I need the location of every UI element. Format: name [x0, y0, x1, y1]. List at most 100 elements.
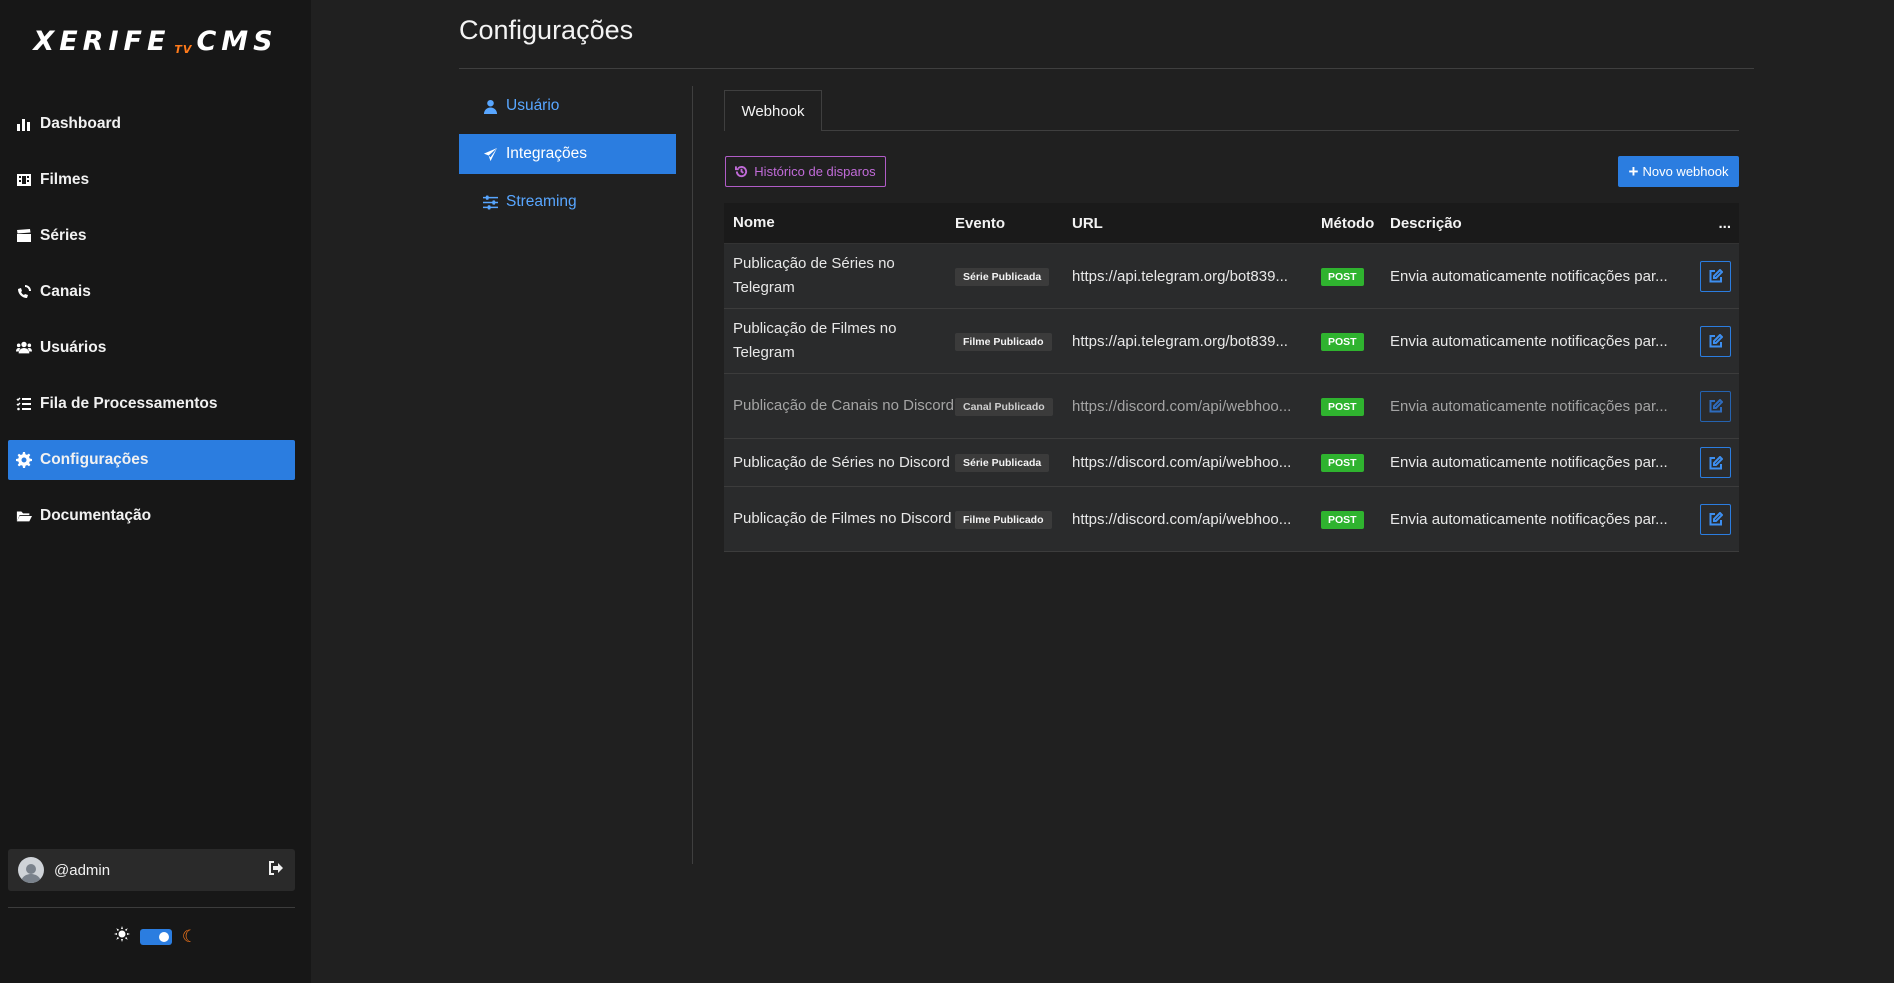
chart-bar-icon [16, 116, 40, 132]
cell-description: Envia automaticamente notificações par..… [1390, 397, 1668, 415]
settings-item-label: Streaming [506, 193, 577, 210]
sidebar-item-series[interactable]: Séries [8, 216, 295, 256]
method-badge: POST [1321, 397, 1364, 416]
users-icon [16, 340, 40, 356]
moon-icon: ☾ [181, 926, 198, 946]
edit-button[interactable] [1700, 447, 1731, 478]
user-profile[interactable]: @admin [8, 849, 295, 891]
history-button[interactable]: Histórico de disparos [725, 156, 886, 187]
sidebar-item-configuracoes[interactable]: Configurações [8, 440, 295, 480]
new-webhook-label: Novo webhook [1642, 164, 1729, 179]
header-description: Descrição [1390, 214, 1462, 232]
gear-icon [16, 452, 40, 468]
cell-description: Envia automaticamente notificações par..… [1390, 510, 1668, 528]
plus-icon: + [1628, 162, 1639, 181]
cell-description: Envia automaticamente notificações par..… [1390, 267, 1668, 285]
edit-button[interactable] [1700, 503, 1731, 535]
sidebar-item-label: Dashboard [40, 115, 121, 132]
sidebar: XERIFE TV CMS Dashboard Filmes Séries Cana… [0, 0, 311, 983]
table-row: Publicação de Séries no Telegram Série P… [724, 244, 1739, 309]
sliders-icon [483, 194, 498, 210]
folder-open-icon [16, 508, 40, 524]
sidebar-item-label: Canais [40, 283, 91, 300]
cell-url: https://api.telegram.org/bot839... [1072, 267, 1288, 285]
table-row: Publicação de Filmes no Discord Filme Pu… [724, 487, 1739, 552]
edit-icon [1709, 269, 1723, 283]
sidebar-item-fila-de-processamentos[interactable]: Fila de Processamentos [8, 384, 295, 424]
event-badge: Série Publicada [955, 267, 1050, 286]
edit-button[interactable] [1700, 260, 1731, 292]
settings-item-label: Usuário [506, 97, 560, 114]
sidebar-item-label: Filmes [40, 171, 90, 188]
header-event: Evento [955, 214, 1006, 232]
tabs-baseline [724, 130, 1739, 131]
logo-text-right: CMS [196, 26, 278, 57]
cell-url: https://discord.com/api/webhoo... [1072, 454, 1292, 471]
logout-icon[interactable] [267, 859, 285, 882]
theme-toggle[interactable] [139, 928, 172, 945]
sidebar-item-label: Fila de Processamentos [40, 395, 218, 412]
edit-button[interactable] [1700, 325, 1731, 357]
event-badge: Filme Publicado [955, 510, 1052, 529]
sidebar-item-filmes[interactable]: Filmes [8, 160, 295, 200]
edit-icon [1709, 512, 1723, 526]
sidebar-item-usuarios[interactable]: Usuários [8, 328, 295, 368]
sidebar-item-label: Documentação [40, 507, 152, 524]
edit-button[interactable] [1700, 390, 1731, 422]
cell-url: https://discord.com/api/webhoo... [1072, 397, 1292, 415]
sidebar-item-dashboard[interactable]: Dashboard [8, 104, 295, 144]
film-icon [16, 172, 40, 188]
method-badge: POST [1321, 267, 1364, 286]
user-icon [483, 99, 498, 114]
title-divider [459, 68, 1754, 69]
theme-switcher: ☾ [0, 926, 311, 947]
header-actions: ... [1718, 214, 1731, 232]
method-badge: POST [1321, 454, 1364, 472]
cell-name: Publicação de Filmes no Telegram [733, 320, 897, 361]
sidebar-item-documentacao[interactable]: Documentação [8, 496, 295, 536]
header-url: URL [1072, 214, 1103, 232]
cell-description: Envia automaticamente notificações par..… [1390, 332, 1668, 350]
user-name: @admin [54, 861, 111, 879]
sidebar-item-label: Usuários [40, 339, 107, 356]
event-badge: Canal Publicado [955, 397, 1053, 416]
cell-description: Envia automaticamente notificações par..… [1390, 454, 1668, 471]
event-badge: Filme Publicado [955, 332, 1052, 351]
webhook-table: Nome Evento URL Método Descrição ... Pub… [724, 203, 1739, 552]
new-webhook-button[interactable]: + Novo webhook [1618, 156, 1739, 187]
tab-webhook[interactable]: Webhook [724, 90, 822, 131]
history-button-label: Histórico de disparos [754, 164, 876, 179]
table-row: Publicação de Canais no Discord Canal Pu… [724, 374, 1739, 439]
sidebar-divider [8, 907, 295, 908]
header-method: Método [1321, 214, 1375, 232]
settings-item-usuario[interactable]: Usuário [459, 86, 676, 126]
table-row: Publicação de Filmes no Telegram Filme P… [724, 309, 1739, 374]
cell-name: Publicação de Séries no Telegram [733, 255, 895, 296]
vertical-divider [692, 86, 693, 864]
cell-name: Publicação de Canais no Discord [733, 397, 954, 414]
sidebar-item-label: Séries [40, 227, 87, 244]
header-name: Nome [733, 214, 775, 231]
edit-icon [1709, 455, 1723, 469]
cell-name: Publicação de Filmes no Discord [733, 510, 952, 527]
settings-item-streaming[interactable]: Streaming [459, 182, 676, 222]
sidebar-item-canais[interactable]: Canais [8, 272, 295, 312]
edit-icon [1709, 399, 1723, 413]
logo-text-tv: TV [174, 43, 193, 56]
app-logo[interactable]: XERIFE TV CMS [0, 26, 311, 57]
logo-text-left: XERIFE [33, 26, 171, 57]
cell-name: Publicação de Séries no Discord [733, 453, 950, 471]
cell-url: https://discord.com/api/webhoo... [1072, 510, 1292, 528]
edit-icon [1709, 334, 1723, 348]
sun-icon [113, 926, 130, 947]
settings-menu: Usuário Integrações Streaming [459, 86, 676, 230]
settings-item-label: Integrações [506, 145, 587, 162]
sidebar-item-label: Configurações [40, 451, 149, 468]
method-badge: POST [1321, 332, 1364, 351]
table-header: Nome Evento URL Método Descrição ... [724, 203, 1739, 244]
satellite-dish-icon [16, 284, 40, 300]
settings-item-integracoes[interactable]: Integrações [459, 134, 676, 174]
cell-url: https://api.telegram.org/bot839... [1072, 332, 1288, 350]
list-check-icon [16, 396, 40, 412]
event-badge: Série Publicada [955, 454, 1050, 472]
